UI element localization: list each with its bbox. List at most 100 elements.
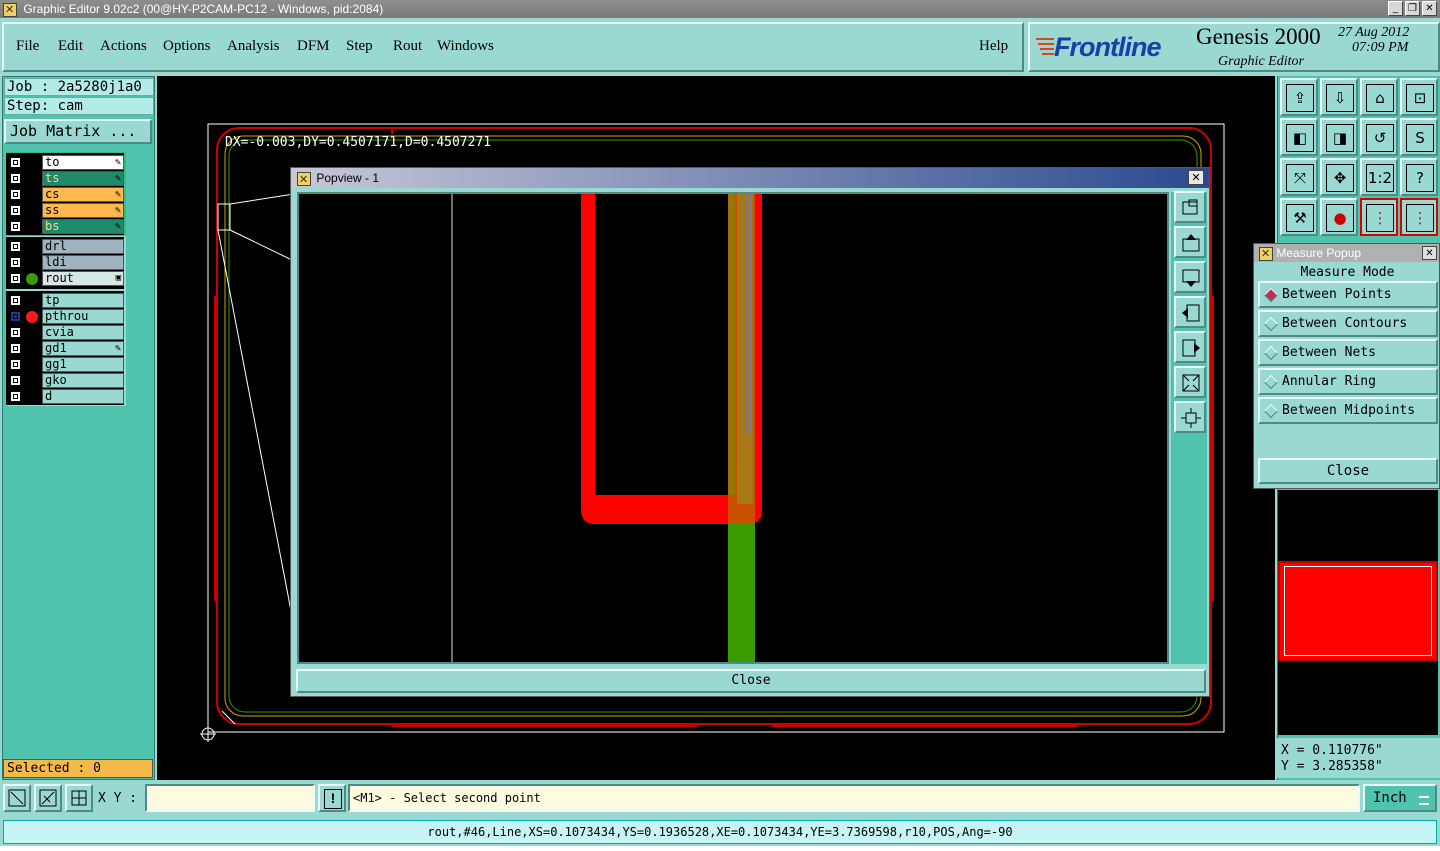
layer-checkbox[interactable] xyxy=(10,327,21,338)
measure-option-between-midpoints[interactable]: Between Midpoints xyxy=(1258,397,1438,424)
popview-zoom-window-button[interactable] xyxy=(1174,191,1206,223)
layer-checkbox[interactable] xyxy=(10,257,21,268)
zoom-fit-button[interactable]: ↺ xyxy=(1360,118,1398,156)
popview-zoom-in-button[interactable] xyxy=(1174,401,1206,433)
layer-name[interactable]: d xyxy=(42,389,124,404)
layer-checkbox[interactable] xyxy=(10,173,21,184)
measure-option-annular-ring[interactable]: Annular Ring xyxy=(1258,368,1438,395)
layer-row-gko[interactable]: gko xyxy=(6,373,124,389)
tools-button[interactable]: ⚒ xyxy=(1280,198,1318,236)
help-button[interactable]: ? xyxy=(1400,158,1438,196)
layer-checkbox[interactable] xyxy=(10,343,21,354)
layer-name[interactable]: cs ✎ xyxy=(42,187,124,202)
pan-left-button[interactable]: ◧ xyxy=(1280,118,1318,156)
layer-name[interactable]: rout ▣ xyxy=(42,271,124,286)
layer-row-gg1[interactable]: gg1 xyxy=(6,357,124,373)
units-dropdown[interactable]: Inch xyxy=(1363,784,1437,812)
layer-row-rout[interactable]: rout ▣ xyxy=(6,271,124,287)
layer-checkbox[interactable] xyxy=(10,205,21,216)
layer-checkbox[interactable] xyxy=(10,359,21,370)
popview-window: Popview - 1 ✕ Close xyxy=(290,167,1210,697)
measure-option-between-contours[interactable]: Between Contours xyxy=(1258,310,1438,337)
popview-close-button[interactable]: Close xyxy=(296,669,1206,693)
layer-name[interactable]: drl xyxy=(42,239,124,254)
layer-checkbox[interactable] xyxy=(10,273,21,284)
layer-row-to[interactable]: to ✎ xyxy=(6,155,124,171)
zoom-out-button[interactable]: ⤧ xyxy=(1280,158,1318,196)
layer-name[interactable]: cvia xyxy=(42,325,124,340)
split-button[interactable]: ⊡ xyxy=(1400,78,1438,116)
popview-pan-right-button[interactable] xyxy=(1174,331,1206,363)
layer-checkbox[interactable] xyxy=(10,391,21,402)
layer-checkbox[interactable] xyxy=(10,375,21,386)
popview-pan-left-button[interactable] xyxy=(1174,296,1206,328)
alert-button[interactable]: ! xyxy=(318,784,346,812)
layer-name[interactable]: tp xyxy=(42,293,124,308)
snap-button-2[interactable] xyxy=(34,784,62,812)
layer-name[interactable]: pthrou xyxy=(42,309,124,324)
layer-row-pthrou[interactable]: pthrou xyxy=(6,309,124,325)
menu-edit[interactable]: Edit xyxy=(58,38,83,55)
menu-windows[interactable]: Windows xyxy=(437,38,494,55)
measure-option-between-nets[interactable]: Between Nets xyxy=(1258,339,1438,366)
zoom-center-button[interactable]: ✥ xyxy=(1320,158,1358,196)
layer-row-tp[interactable]: tp xyxy=(6,293,124,309)
layer-name[interactable]: gg1 xyxy=(42,357,124,372)
menu-rout[interactable]: Rout xyxy=(393,38,422,55)
layer-row-ss[interactable]: ss ✎ xyxy=(6,203,124,219)
layer-row-cvia[interactable]: cvia xyxy=(6,325,124,341)
menu-help[interactable]: Help xyxy=(979,38,1008,55)
menu-analysis[interactable]: Analysis xyxy=(227,38,280,55)
layer-name[interactable]: ldi xyxy=(42,255,124,270)
menu-file[interactable]: File xyxy=(16,38,39,55)
measure-popup-close-x[interactable]: ✕ xyxy=(1422,246,1437,260)
popview-zoom-out-button[interactable] xyxy=(1174,366,1206,398)
maximize-button[interactable]: ❐ xyxy=(1405,1,1420,16)
popview-canvas[interactable] xyxy=(297,192,1169,664)
menu-step[interactable]: Step xyxy=(346,38,373,55)
layer-checkbox[interactable] xyxy=(10,189,21,200)
layer-net-button[interactable]: ⋮ xyxy=(1360,198,1398,236)
s-curve-button[interactable]: S xyxy=(1400,118,1438,156)
layer-checkbox[interactable] xyxy=(10,221,21,232)
home-button[interactable]: ⌂ xyxy=(1360,78,1398,116)
overview-map[interactable] xyxy=(1278,490,1438,735)
layer-row-ldi[interactable]: ldi xyxy=(6,255,124,271)
layer-name[interactable]: gd1 ✎ xyxy=(42,341,124,356)
scale-1-2-button[interactable]: 1:2 xyxy=(1360,158,1398,196)
layer-checkbox[interactable] xyxy=(10,157,21,168)
close-window-button[interactable]: ✕ xyxy=(1422,1,1437,16)
layer-name[interactable]: ts ✎ xyxy=(42,171,124,186)
zoom-down-button[interactable]: ⇩ xyxy=(1320,78,1358,116)
popview-pan-down-button[interactable] xyxy=(1174,261,1206,293)
layer-checkbox[interactable] xyxy=(10,311,21,322)
layer-row-d[interactable]: d xyxy=(6,389,124,405)
popview-pan-up-button[interactable] xyxy=(1174,226,1206,258)
zoom-home-button[interactable]: ⇪ xyxy=(1280,78,1318,116)
layer-name[interactable]: gko xyxy=(42,373,124,388)
grid-button[interactable] xyxy=(65,784,93,812)
menu-actions[interactable]: Actions xyxy=(100,38,147,55)
xy-input[interactable] xyxy=(145,784,315,812)
layer-checkbox[interactable] xyxy=(10,241,21,252)
menu-options[interactable]: Options xyxy=(163,38,211,55)
job-matrix-button[interactable]: Job Matrix ... xyxy=(4,119,152,144)
probe-button[interactable]: ● xyxy=(1320,198,1358,236)
layer-checkbox[interactable] xyxy=(10,295,21,306)
popview-close-x[interactable]: ✕ xyxy=(1188,170,1204,185)
menu-dfm[interactable]: DFM xyxy=(297,38,330,55)
layer-row-bs[interactable]: bs ✎ xyxy=(6,219,124,235)
layer-name[interactable]: ss ✎ xyxy=(42,203,124,218)
layer-row-drl[interactable]: drl xyxy=(6,239,124,255)
layer-name[interactable]: bs ✎ xyxy=(42,219,124,234)
pan-right-button[interactable]: ◨ xyxy=(1320,118,1358,156)
measure-popup-close-button[interactable]: Close xyxy=(1258,458,1438,484)
layer-row-ts[interactable]: ts ✎ xyxy=(6,171,124,187)
snap-button-1[interactable] xyxy=(3,784,31,812)
layer-name[interactable]: to ✎ xyxy=(42,155,124,170)
minimize-button[interactable]: _ xyxy=(1388,1,1403,16)
layer-row-cs[interactable]: cs ✎ xyxy=(6,187,124,203)
layer-net-alt-button[interactable]: ⋮ xyxy=(1400,198,1438,236)
layer-row-gd1[interactable]: gd1 ✎ xyxy=(6,341,124,357)
measure-option-between-points[interactable]: Between Points xyxy=(1258,281,1438,308)
